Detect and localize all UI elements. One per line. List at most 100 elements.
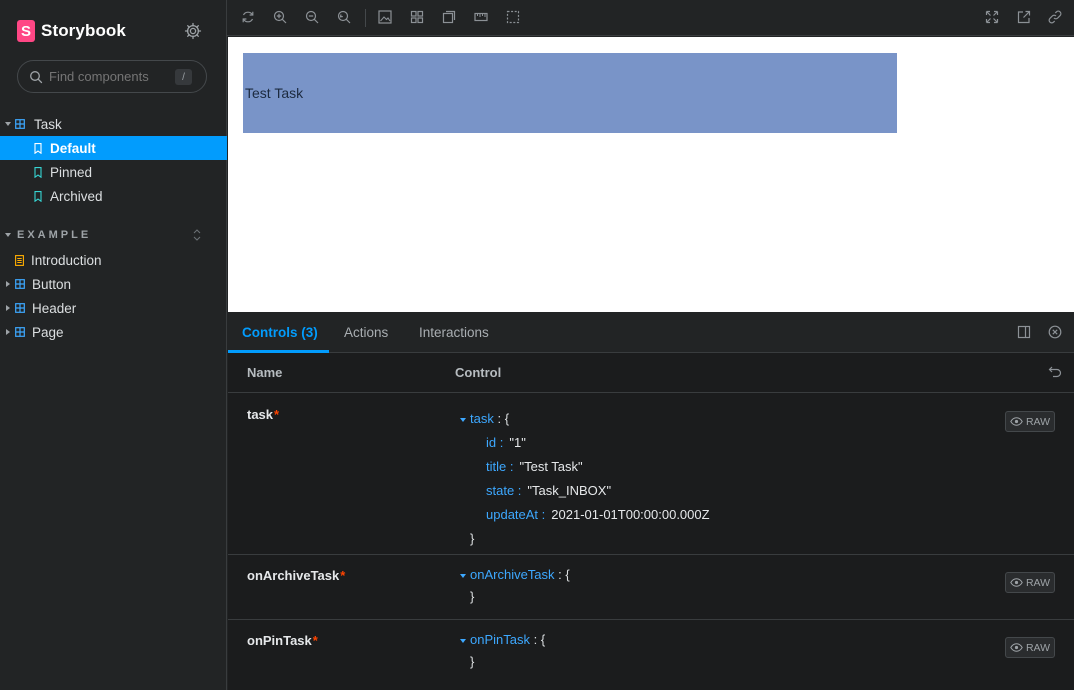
expand-collapse-icon[interactable] xyxy=(193,229,201,241)
zoom-reset-icon[interactable] xyxy=(337,10,351,24)
table-row: task* task : { id : "1" title : "Test Task… xyxy=(228,394,1074,555)
object-open-brace: : { xyxy=(558,567,570,582)
required-marker: * xyxy=(274,407,280,422)
storybook-logo-icon: S xyxy=(17,20,35,42)
column-header-control: Control xyxy=(455,365,502,380)
control-name: onArchiveTask* xyxy=(247,568,346,583)
section-title: EXAMPLE xyxy=(17,229,92,241)
raw-toggle-button[interactable]: RAW xyxy=(1005,411,1055,432)
viewport-icon[interactable] xyxy=(442,10,456,24)
tab-actions[interactable]: Actions xyxy=(344,312,388,353)
zoom-out-icon[interactable] xyxy=(305,10,319,24)
fullscreen-icon[interactable] xyxy=(985,10,999,24)
object-field[interactable]: id : "1" xyxy=(460,431,710,455)
raw-toggle-button[interactable]: RAW xyxy=(1005,637,1055,658)
grid-icon[interactable] xyxy=(410,10,424,24)
object-key: onArchiveTask xyxy=(470,567,555,582)
gear-icon[interactable] xyxy=(184,22,202,40)
eye-icon xyxy=(1010,417,1023,426)
column-header-name: Name xyxy=(247,365,283,380)
document-icon xyxy=(15,254,24,266)
object-control[interactable]: task : { id : "1" title : "Test Task" stat… xyxy=(460,407,710,551)
chevron-down-icon xyxy=(5,233,11,237)
object-control[interactable]: onArchiveTask : { } xyxy=(460,564,570,608)
component-icon xyxy=(15,303,25,313)
sidebar-item-button[interactable]: Button xyxy=(0,272,227,296)
background-icon[interactable] xyxy=(378,10,392,24)
sidebar-item-label: Task xyxy=(34,116,62,132)
object-root[interactable]: onArchiveTask : { xyxy=(460,564,570,586)
toolbar-divider xyxy=(365,9,366,27)
sidebar-item-header[interactable]: Header xyxy=(0,296,227,320)
object-control[interactable]: onPinTask : { } xyxy=(460,629,545,673)
required-marker: * xyxy=(312,633,318,648)
tab-interactions[interactable]: Interactions xyxy=(419,312,489,353)
open-new-tab-icon[interactable] xyxy=(1017,10,1031,24)
sidebar-item-label: Pinned xyxy=(50,164,93,180)
bookmark-icon xyxy=(34,190,42,202)
reset-controls-icon[interactable] xyxy=(1048,365,1062,379)
object-root[interactable]: task : { xyxy=(460,407,710,431)
sidebar-item-default[interactable]: Default xyxy=(0,136,227,160)
component-icon xyxy=(15,279,25,289)
sidebar-item-label: Default xyxy=(50,140,96,156)
tab-label: Controls (3) xyxy=(242,325,318,340)
sidebar-item-pinned[interactable]: Pinned xyxy=(0,160,227,184)
addons-panel: Controls (3) Actions Interactions Name C… xyxy=(228,312,1074,690)
object-open-brace: : { xyxy=(497,411,510,426)
close-icon[interactable] xyxy=(1048,325,1062,339)
object-field[interactable]: updateAt :2021-01-01T00:00:00.000Z xyxy=(460,503,710,527)
measure-icon[interactable] xyxy=(474,10,488,24)
search-input[interactable] xyxy=(49,69,169,84)
controls-table-header: Name Control xyxy=(228,353,1074,393)
sidebar-section-example[interactable]: EXAMPLE xyxy=(0,226,227,244)
raw-toggle-button[interactable]: RAW xyxy=(1005,572,1055,593)
sidebar: S Storybook / Task Default Pinned xyxy=(0,0,227,690)
object-field[interactable]: state : "Task_INBOX" xyxy=(460,479,710,503)
chevron-down-icon xyxy=(460,573,466,578)
eye-icon xyxy=(1010,643,1023,652)
sidebar-item-label: Archived xyxy=(50,188,103,204)
chevron-right-icon xyxy=(6,281,10,287)
chevron-right-icon xyxy=(6,305,10,311)
sidebar-item-page[interactable]: Page xyxy=(0,320,227,344)
panel-orientation-icon[interactable] xyxy=(1017,325,1031,339)
outline-icon[interactable] xyxy=(506,10,520,24)
toolbar xyxy=(227,0,1074,36)
task-preview[interactable]: Test Task xyxy=(243,53,897,133)
control-name: onPinTask* xyxy=(247,633,318,648)
task-title: Test Task xyxy=(245,85,304,101)
table-row: onPinTask* onPinTask : { } RAW xyxy=(228,620,1074,690)
object-key: task xyxy=(470,411,494,426)
tab-controls[interactable]: Controls (3) xyxy=(242,312,318,353)
chevron-down-icon xyxy=(5,122,11,126)
object-key: onPinTask xyxy=(470,632,530,647)
sidebar-item-label: Page xyxy=(32,324,64,340)
sidebar-item-label: Button xyxy=(32,276,72,292)
chevron-down-icon xyxy=(460,417,466,422)
eye-icon xyxy=(1010,578,1023,587)
object-field[interactable]: title : "Test Task" xyxy=(460,455,710,479)
zoom-in-icon[interactable] xyxy=(273,10,287,24)
sidebar-item-introduction[interactable]: Introduction xyxy=(0,248,227,272)
chevron-right-icon xyxy=(6,329,10,335)
brand[interactable]: S Storybook xyxy=(17,20,126,42)
sidebar-item-archived[interactable]: Archived xyxy=(0,184,227,208)
object-close-brace: } xyxy=(470,531,475,546)
sidebar-item-task[interactable]: Task xyxy=(0,112,227,136)
reload-icon[interactable] xyxy=(241,10,255,24)
tab-label: Interactions xyxy=(419,325,489,340)
raw-label: RAW xyxy=(1025,641,1051,654)
bookmark-icon xyxy=(34,166,42,178)
copy-link-icon[interactable] xyxy=(1048,10,1062,24)
object-root[interactable]: onPinTask : { xyxy=(460,629,545,651)
required-marker: * xyxy=(340,568,346,583)
brand-name: Storybook xyxy=(41,21,126,40)
control-name: task* xyxy=(247,407,280,422)
chevron-down-icon xyxy=(460,638,466,643)
story-canvas: Test Task xyxy=(228,37,1074,312)
raw-label: RAW xyxy=(1025,415,1051,428)
search-box[interactable]: / xyxy=(17,60,207,93)
search-icon xyxy=(30,70,43,83)
bookmark-icon xyxy=(34,142,42,154)
